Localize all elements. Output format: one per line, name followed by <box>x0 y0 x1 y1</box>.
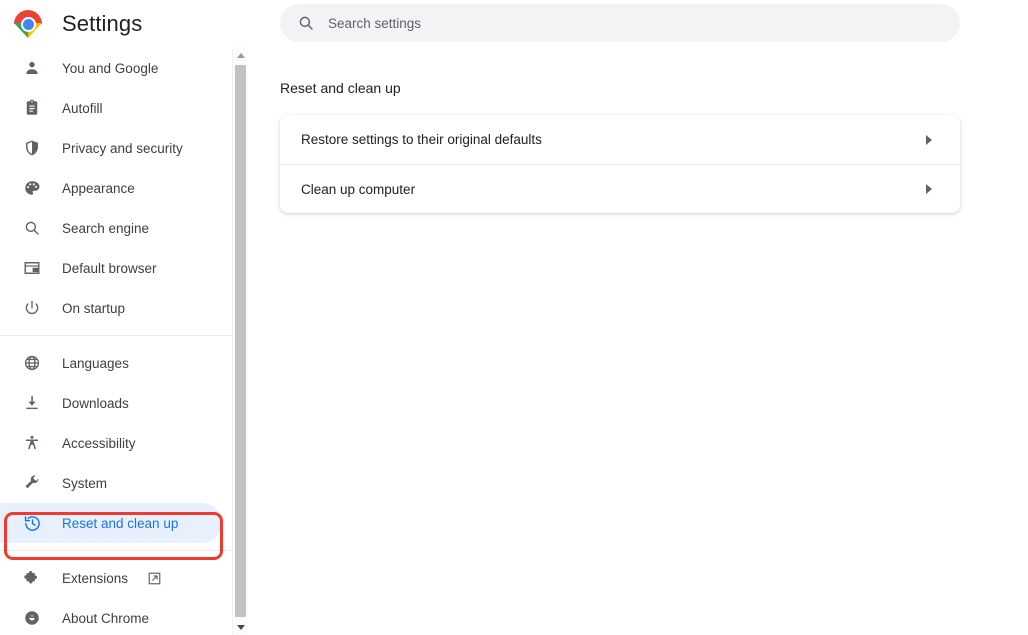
sidebar-item-label: Default browser <box>62 260 157 276</box>
sidebar-scrollbar[interactable] <box>232 47 248 635</box>
sidebar-item-on-startup[interactable]: On startup <box>0 288 222 328</box>
sidebar-nav: You and Google Autofill Privacy and secu… <box>0 48 232 635</box>
scrollbar-thumb[interactable] <box>235 65 246 617</box>
sidebar-item-label: Reset and clean up <box>62 515 179 531</box>
search-input[interactable] <box>328 15 928 31</box>
settings-page: Settings You and Google Autofill Privacy… <box>0 0 1028 635</box>
chrome-outline-icon <box>22 608 42 628</box>
chevron-right-icon <box>926 184 932 194</box>
chevron-right-icon <box>926 134 932 145</box>
shield-icon <box>22 138 42 158</box>
restore-clock-icon <box>22 513 42 533</box>
sidebar-item-system[interactable]: System <box>0 463 222 503</box>
page-title: Settings <box>62 11 143 36</box>
sidebar-item-default-browser[interactable]: Default browser <box>0 248 222 288</box>
sidebar-divider <box>0 335 232 336</box>
search-icon <box>296 13 316 33</box>
sidebar-group-2: Languages Downloads Accessibility System… <box>0 343 232 543</box>
row-label: Restore settings to their original defau… <box>301 132 542 147</box>
sidebar-item-autofill[interactable]: Autofill <box>0 88 222 128</box>
download-icon <box>22 393 42 413</box>
sidebar-item-accessibility[interactable]: Accessibility <box>0 423 222 463</box>
sidebar-item-search-engine[interactable]: Search engine <box>0 208 222 248</box>
sidebar-item-you-and-google[interactable]: You and Google <box>0 48 222 88</box>
scroll-up-arrow-icon[interactable] <box>233 47 248 63</box>
sidebar-item-privacy-and-security[interactable]: Privacy and security <box>0 128 222 168</box>
sidebar-group-1: You and Google Autofill Privacy and secu… <box>0 48 232 328</box>
search-bar[interactable] <box>280 4 960 42</box>
sidebar-item-label: System <box>62 475 108 491</box>
sidebar-item-extensions[interactable]: Extensions <box>0 558 222 598</box>
wrench-icon <box>22 473 42 493</box>
chrome-logo-icon <box>14 10 42 38</box>
sidebar-item-label: You and Google <box>62 60 159 76</box>
settings-card: Restore settings to their original defau… <box>280 115 960 213</box>
sidebar: Settings You and Google Autofill Privacy… <box>0 0 232 635</box>
sidebar-group-3: Extensions About Chrome <box>0 558 232 635</box>
sidebar-item-label: On startup <box>62 300 126 316</box>
sidebar-item-label: Extensions <box>62 570 129 586</box>
clipboard-icon <box>22 98 42 118</box>
search-icon <box>22 218 42 238</box>
sidebar-item-label: Autofill <box>62 100 103 116</box>
sidebar-item-label: Search engine <box>62 220 150 236</box>
main-content: Reset and clean up Restore settings to t… <box>248 0 1028 635</box>
row-restore-settings[interactable]: Restore settings to their original defau… <box>280 115 960 164</box>
brand-header: Settings <box>0 0 232 48</box>
puzzle-icon <box>22 568 42 588</box>
sidebar-divider <box>0 550 232 551</box>
sidebar-item-appearance[interactable]: Appearance <box>0 168 222 208</box>
section-heading: Reset and clean up <box>280 80 401 96</box>
palette-icon <box>22 178 42 198</box>
sidebar-item-label: Languages <box>62 355 129 371</box>
sidebar-item-label: Appearance <box>62 180 135 196</box>
person-icon <box>22 58 42 78</box>
sidebar-item-about-chrome[interactable]: About Chrome <box>0 598 222 635</box>
sidebar-item-label: Accessibility <box>62 435 136 451</box>
sidebar-item-downloads[interactable]: Downloads <box>0 383 222 423</box>
sidebar-item-label: About Chrome <box>62 610 150 626</box>
accessibility-icon <box>22 433 42 453</box>
sidebar-item-languages[interactable]: Languages <box>0 343 222 383</box>
scroll-down-arrow-icon[interactable] <box>233 619 248 635</box>
row-label: Clean up computer <box>301 181 416 197</box>
browser-window-icon <box>22 258 42 278</box>
row-clean-up-computer[interactable]: Clean up computer <box>280 164 960 213</box>
sidebar-item-label: Privacy and security <box>62 140 183 156</box>
sidebar-item-reset-and-clean-up[interactable]: Reset and clean up <box>0 503 222 543</box>
external-link-icon[interactable] <box>146 570 162 586</box>
globe-icon <box>22 353 42 373</box>
sidebar-item-label: Downloads <box>62 395 129 411</box>
power-icon <box>22 298 42 318</box>
